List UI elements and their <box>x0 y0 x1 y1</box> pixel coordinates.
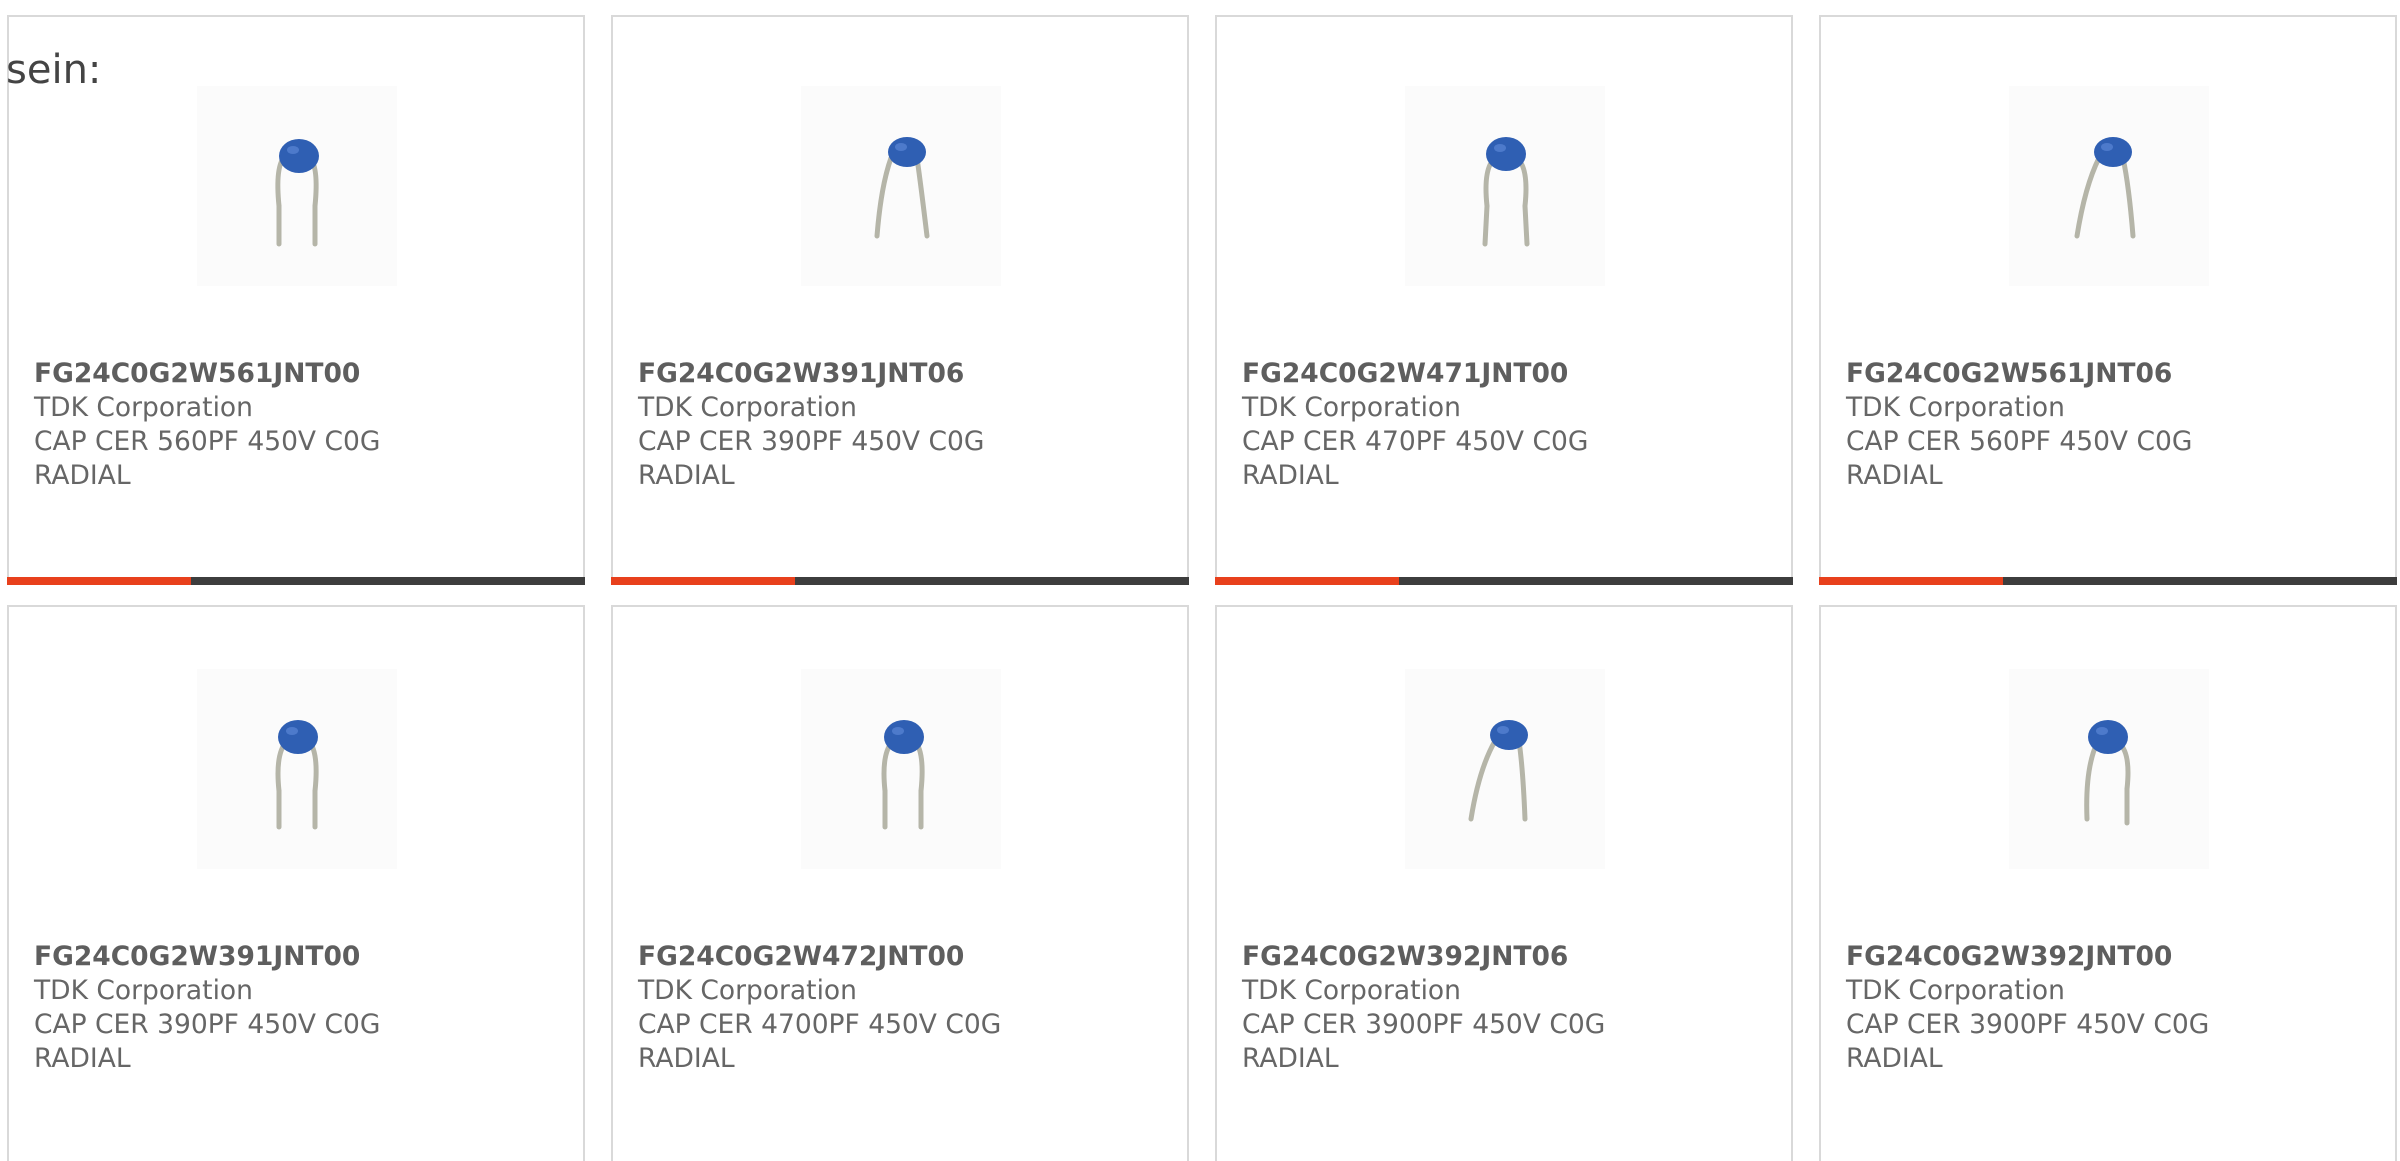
intro-text: sein: <box>6 47 102 93</box>
product-image[interactable] <box>801 669 1001 869</box>
description-label: CAP CER 560PF 450V C0G <box>34 426 381 457</box>
manufacturer-label: TDK Corporation <box>638 975 857 1006</box>
part-number-link[interactable]: FG24C0G2W561JNT00 <box>34 357 563 391</box>
part-number-link[interactable]: FG24C0G2W392JNT00 <box>1846 940 2375 974</box>
card-bottom-bar <box>1215 577 1793 585</box>
product-card[interactable]: FG24C0G2W391JNT00 TDK Corporation CAP CE… <box>7 605 585 1161</box>
part-number-link[interactable]: FG24C0G2W472JNT00 <box>638 940 1167 974</box>
product-card[interactable]: FG24C0G2W392JNT00 TDK Corporation CAP CE… <box>1819 605 2397 1161</box>
product-image[interactable] <box>197 86 397 286</box>
radial-capacitor-icon <box>2074 137 2136 239</box>
part-number-link[interactable]: FG24C0G2W471JNT00 <box>1242 357 1771 391</box>
radial-capacitor-icon <box>881 720 925 830</box>
radial-capacitor-icon <box>275 139 319 247</box>
radial-capacitor-icon <box>874 137 930 239</box>
package-label: RADIAL <box>34 1043 131 1074</box>
card-bottom-bar-accent <box>1819 577 2003 585</box>
description-label: CAP CER 4700PF 450V C0G <box>638 1009 1002 1040</box>
product-image[interactable] <box>1405 86 1605 286</box>
product-image[interactable] <box>2009 669 2209 869</box>
card-bottom-bar <box>7 577 585 585</box>
manufacturer-label: TDK Corporation <box>1846 392 2065 423</box>
product-image[interactable] <box>2009 86 2209 286</box>
product-image[interactable] <box>197 669 397 869</box>
description-label: CAP CER 560PF 450V C0G <box>1846 426 2193 457</box>
radial-capacitor-icon <box>1482 137 1530 247</box>
card-bottom-bar-accent <box>611 577 795 585</box>
part-number-link[interactable]: FG24C0G2W392JNT06 <box>1242 940 1771 974</box>
product-card[interactable]: FG24C0G2W471JNT00 TDK Corporation CAP CE… <box>1215 15 1793 585</box>
description-label: CAP CER 390PF 450V C0G <box>638 426 985 457</box>
package-label: RADIAL <box>1242 1043 1339 1074</box>
product-card[interactable]: FG24C0G2W561JNT00 TDK Corporation CAP CE… <box>7 15 585 585</box>
package-label: RADIAL <box>34 460 131 491</box>
package-label: RADIAL <box>1242 460 1339 491</box>
product-card[interactable]: FG24C0G2W392JNT06 TDK Corporation CAP CE… <box>1215 605 1793 1161</box>
description-label: CAP CER 3900PF 450V C0G <box>1242 1009 1606 1040</box>
manufacturer-label: TDK Corporation <box>638 392 857 423</box>
package-label: RADIAL <box>638 460 735 491</box>
product-grid: FG24C0G2W561JNT00 TDK Corporation CAP CE… <box>0 0 2400 1161</box>
part-number-link[interactable]: FG24C0G2W391JNT06 <box>638 357 1167 391</box>
manufacturer-label: TDK Corporation <box>34 975 253 1006</box>
radial-capacitor-icon <box>1468 720 1528 822</box>
description-label: CAP CER 3900PF 450V C0G <box>1846 1009 2210 1040</box>
card-bottom-bar-accent <box>7 577 191 585</box>
product-card[interactable]: FG24C0G2W472JNT00 TDK Corporation CAP CE… <box>611 605 1189 1161</box>
manufacturer-label: TDK Corporation <box>1242 975 1461 1006</box>
card-bottom-bar <box>611 577 1189 585</box>
part-number-link[interactable]: FG24C0G2W561JNT06 <box>1846 357 2375 391</box>
manufacturer-label: TDK Corporation <box>1242 392 1461 423</box>
radial-capacitor-icon <box>275 720 319 830</box>
card-bottom-bar-accent <box>1215 577 1399 585</box>
card-bottom-bar <box>1819 577 2397 585</box>
package-label: RADIAL <box>1846 1043 1943 1074</box>
package-label: RADIAL <box>1846 460 1943 491</box>
product-card[interactable]: FG24C0G2W391JNT06 TDK Corporation CAP CE… <box>611 15 1189 585</box>
manufacturer-label: TDK Corporation <box>34 392 253 423</box>
radial-capacitor-icon <box>2084 720 2131 826</box>
description-label: CAP CER 390PF 450V C0G <box>34 1009 381 1040</box>
package-label: RADIAL <box>638 1043 735 1074</box>
manufacturer-label: TDK Corporation <box>1846 975 2065 1006</box>
part-number-link[interactable]: FG24C0G2W391JNT00 <box>34 940 563 974</box>
product-card[interactable]: FG24C0G2W561JNT06 TDK Corporation CAP CE… <box>1819 15 2397 585</box>
description-label: CAP CER 470PF 450V C0G <box>1242 426 1589 457</box>
product-image[interactable] <box>1405 669 1605 869</box>
product-image[interactable] <box>801 86 1001 286</box>
